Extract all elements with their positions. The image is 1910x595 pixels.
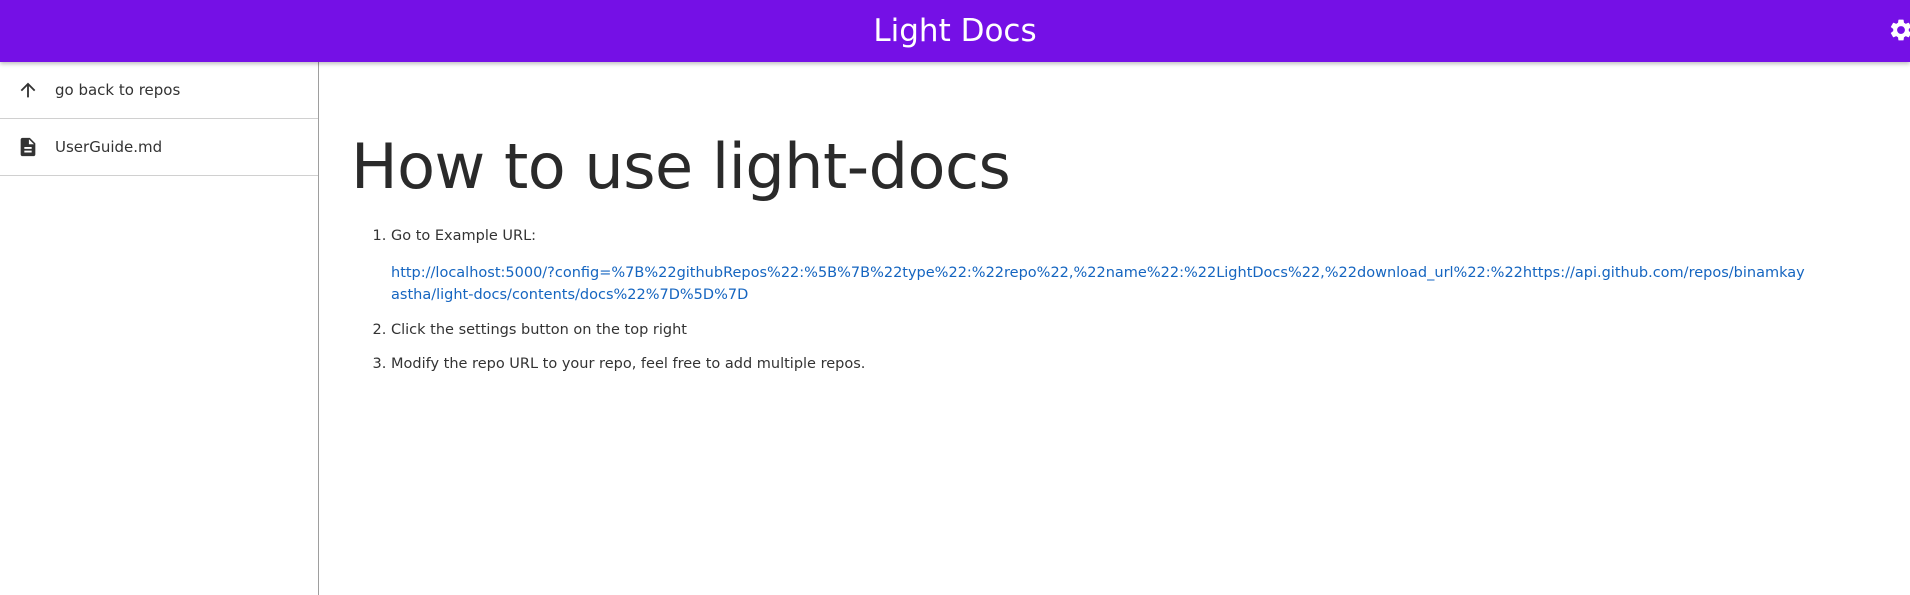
sidebar: go back to repos UserGuide.md [0, 62, 319, 595]
list-item: Modify the repo URL to your repo, feel f… [391, 354, 1891, 374]
step-text: Modify the repo URL to your repo, feel f… [391, 356, 866, 372]
document-title: How to use light-docs [351, 130, 1011, 203]
sidebar-item-label: go back to repos [55, 81, 181, 99]
app-title: Light Docs [873, 13, 1037, 49]
example-url-link[interactable]: http://localhost:5000/?config=%7B%22gith… [391, 262, 1811, 306]
document-icon [0, 136, 55, 158]
steps-list: Go to Example URL: http://localhost:5000… [351, 226, 1891, 374]
step-text: Click the settings button on the top rig… [391, 322, 687, 338]
sidebar-item-label: UserGuide.md [55, 138, 163, 156]
settings-button[interactable] [1876, 13, 1910, 47]
arrow-up-icon [0, 79, 55, 101]
document-content: How to use light-docs Go to Example URL:… [351, 62, 1891, 388]
gear-icon [1890, 19, 1910, 41]
sidebar-item-back-to-repos[interactable]: go back to repos [0, 62, 318, 119]
app-bar: Light Docs [0, 0, 1910, 62]
sidebar-item-userguide[interactable]: UserGuide.md [0, 119, 318, 176]
list-item: Go to Example URL: http://localhost:5000… [391, 226, 1891, 306]
step-text: Go to Example URL: [391, 228, 537, 244]
list-item: Click the settings button on the top rig… [391, 320, 1891, 340]
